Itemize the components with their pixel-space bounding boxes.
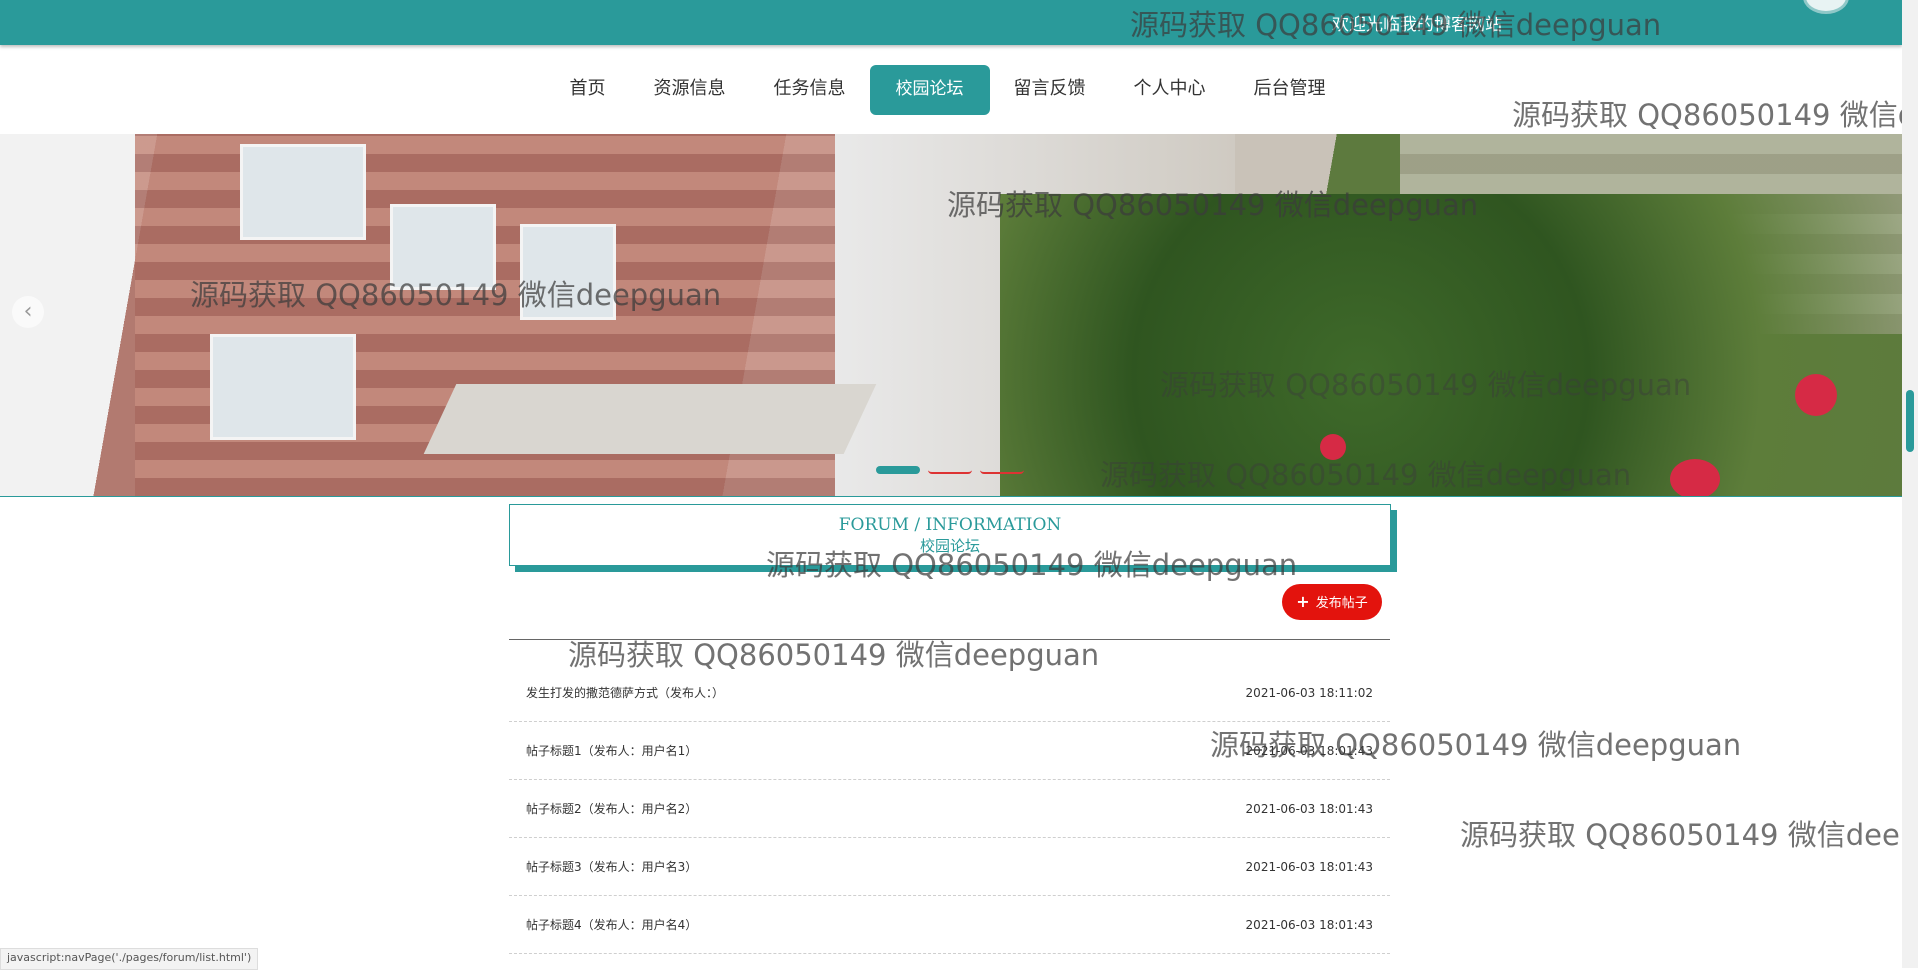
banner-window — [210, 334, 356, 440]
forum-post-row[interactable]: 帖子标题4（发布人：用户名4） 2021-06-03 18:01:43 — [509, 896, 1390, 954]
forum-post-list: 发生打发的撒范德萨方式（发布人：） 2021-06-03 18:11:02 帖子… — [509, 664, 1390, 954]
nav-item-admin[interactable]: 后台管理 — [1230, 65, 1350, 115]
scrollbar-thumb[interactable] — [1906, 390, 1914, 452]
publish-post-button[interactable]: + 发布帖子 — [1282, 584, 1382, 620]
post-title[interactable]: 帖子标题3（发布人：用户名3） — [526, 858, 697, 875]
post-time: 2021-06-03 18:01:43 — [1245, 801, 1373, 816]
section-title-cn: 校园论坛 — [919, 537, 980, 555]
banner-flower — [1795, 374, 1837, 416]
post-title[interactable]: 帖子标题4（发布人：用户名4） — [526, 916, 697, 933]
top-bar: 欢迎光临我的博客网站 — [0, 0, 1902, 45]
nav-item-feedback[interactable]: 留言反馈 — [990, 65, 1110, 115]
post-title[interactable]: 帖子标题2（发布人：用户名2） — [526, 800, 697, 817]
carousel-dot[interactable] — [928, 466, 972, 474]
carousel-dot[interactable] — [876, 466, 920, 474]
browser-status-bar: javascript:navPage('./pages/forum/list.h… — [0, 948, 259, 970]
carousel-prev-button[interactable]: ‹ — [12, 296, 44, 328]
user-avatar[interactable] — [1803, 0, 1849, 14]
forum-post-row[interactable]: 帖子标题2（发布人：用户名2） 2021-06-03 18:01:43 — [509, 780, 1390, 838]
post-time: 2021-06-03 18:01:43 — [1245, 917, 1373, 932]
nav-item-profile[interactable]: 个人中心 — [1110, 65, 1230, 115]
post-time: 2021-06-03 18:01:43 — [1245, 859, 1373, 874]
post-title[interactable]: 发生打发的撒范德萨方式（发布人：） — [526, 684, 724, 701]
watermark-text: 源码获取 QQ86050149 微信deepguan — [1460, 818, 1918, 852]
carousel-dot[interactable] — [980, 466, 1024, 474]
nav-item-home[interactable]: 首页 — [546, 65, 630, 115]
banner-tree — [1000, 194, 1902, 496]
banner-carousel — [0, 134, 1902, 497]
main-nav: 首页 资源信息 任务信息 校园论坛 留言反馈 个人中心 后台管理 — [0, 65, 1902, 115]
list-divider — [509, 639, 1390, 640]
section-title-en: FORUM / INFORMATION — [838, 515, 1062, 535]
post-time: 2021-06-03 18:11:02 — [1245, 685, 1373, 700]
section-title-box: FORUM / INFORMATION 校园论坛 — [509, 504, 1391, 566]
post-title[interactable]: 帖子标题1（发布人：用户名1） — [526, 742, 697, 759]
publish-post-label: 发布帖子 — [1315, 596, 1368, 611]
banner-window — [520, 224, 616, 320]
forum-post-row[interactable]: 发生打发的撒范德萨方式（发布人：） 2021-06-03 18:11:02 — [509, 664, 1390, 722]
banner-window — [390, 204, 496, 290]
carousel-indicators — [876, 466, 1024, 474]
post-time: 2021-06-03 18:01:43 — [1245, 743, 1373, 758]
forum-post-row[interactable]: 帖子标题3（发布人：用户名3） 2021-06-03 18:01:43 — [509, 838, 1390, 896]
banner-window — [240, 144, 366, 240]
nav-item-tasks[interactable]: 任务信息 — [750, 65, 870, 115]
banner-flower — [1670, 459, 1720, 496]
welcome-text: 欢迎光临我的博客网站 — [1332, 15, 1502, 35]
nav-item-resources[interactable]: 资源信息 — [630, 65, 750, 115]
page-scrollbar[interactable] — [1902, 0, 1918, 968]
forum-post-row[interactable]: 帖子标题1（发布人：用户名1） 2021-06-03 18:01:43 — [509, 722, 1390, 780]
nav-item-forum[interactable]: 校园论坛 — [869, 65, 990, 115]
plus-icon: + — [1296, 592, 1310, 611]
banner-porch — [423, 384, 877, 454]
banner-flower — [1320, 434, 1346, 460]
